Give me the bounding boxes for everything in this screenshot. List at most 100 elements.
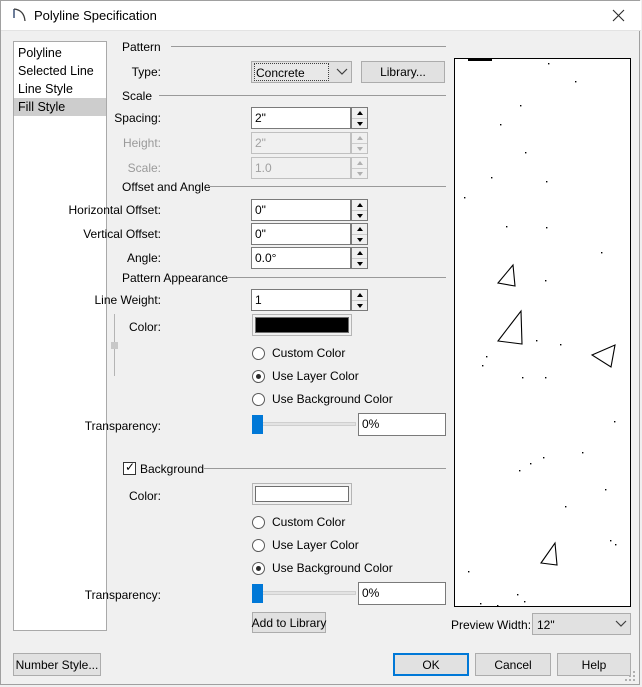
scale-input: 1.0 bbox=[251, 157, 351, 179]
pattern-type-value: Concrete bbox=[256, 66, 305, 80]
pattern-appearance-group-line bbox=[228, 277, 446, 278]
concrete-pattern-preview-image bbox=[464, 63, 617, 606]
background-transparency-thumb[interactable] bbox=[252, 584, 263, 603]
pattern-color-swatch[interactable] bbox=[252, 314, 352, 336]
background-color-label: Color: bbox=[128, 489, 161, 503]
angle-input[interactable]: 0.0° bbox=[251, 247, 351, 269]
horizontal-offset-stepper-up[interactable] bbox=[352, 200, 367, 211]
vertical-offset-label: Vertical Offset: bbox=[83, 227, 161, 241]
arrow-up-icon bbox=[356, 227, 363, 231]
pattern-transparency-thumb[interactable] bbox=[252, 415, 263, 434]
arrow-up-icon bbox=[356, 161, 363, 165]
arrow-down-icon bbox=[356, 304, 363, 308]
line-weight-stepper[interactable] bbox=[351, 289, 368, 311]
help-button[interactable]: Help bbox=[557, 653, 631, 676]
angle-stepper-up[interactable] bbox=[352, 248, 367, 259]
preview-width-combo[interactable]: 12" bbox=[532, 613, 631, 635]
height-stepper-up bbox=[352, 133, 367, 144]
pattern-group-line bbox=[171, 46, 446, 47]
spacing-stepper-down[interactable] bbox=[352, 119, 367, 129]
category-list[interactable]: Polyline Selected Line Line Style Fill S… bbox=[13, 41, 107, 631]
sidebar-item-line-style[interactable]: Line Style bbox=[14, 80, 106, 98]
vertical-offset-stepper-up[interactable] bbox=[352, 224, 367, 235]
pattern-color-swatch-fill bbox=[255, 317, 349, 333]
background-group-label: Background bbox=[140, 462, 210, 476]
arrow-up-icon bbox=[356, 293, 363, 297]
height-label: Height: bbox=[122, 136, 161, 150]
pattern-color-label: Color: bbox=[128, 320, 161, 334]
line-weight-label: Line Weight: bbox=[94, 293, 162, 307]
pattern-preview bbox=[454, 58, 631, 607]
background-transparency-label: Transparency: bbox=[84, 588, 161, 602]
arrow-up-icon bbox=[356, 251, 363, 255]
offset-angle-group-line bbox=[209, 186, 446, 187]
arrow-up-icon bbox=[356, 203, 363, 207]
polyline-specification-dialog: Polyline Specification Polyline Selected… bbox=[0, 0, 641, 685]
scale-group-line bbox=[159, 95, 446, 96]
preview-width-label: Preview Width: bbox=[451, 618, 532, 632]
angle-stepper-down[interactable] bbox=[352, 259, 367, 269]
window-title: Polyline Specification bbox=[34, 8, 157, 23]
arrow-down-icon bbox=[356, 172, 363, 176]
pattern-radio-use-layer-color-label: Use Layer Color bbox=[272, 369, 359, 383]
background-radio-custom-color[interactable] bbox=[252, 516, 265, 529]
scale-group-label: Scale bbox=[122, 89, 158, 103]
background-transparency-input[interactable]: 0% bbox=[358, 582, 446, 605]
pattern-group-label: Pattern bbox=[122, 40, 166, 54]
height-input: 2" bbox=[251, 132, 351, 154]
vertical-offset-stepper-down[interactable] bbox=[352, 235, 367, 245]
library-button[interactable]: Library... bbox=[361, 61, 445, 83]
spacing-input[interactable]: 2" bbox=[251, 107, 351, 129]
sidebar-item-polyline[interactable]: Polyline bbox=[14, 44, 106, 62]
radio-selected-dot bbox=[256, 374, 261, 379]
offset-angle-group-label: Offset and Angle bbox=[122, 180, 216, 194]
pattern-radio-use-background-color-label: Use Background Color bbox=[272, 392, 393, 406]
height-stepper-down bbox=[352, 144, 367, 154]
vertical-offset-stepper[interactable] bbox=[351, 223, 368, 245]
pattern-transparency-slider[interactable] bbox=[252, 415, 356, 434]
horizontal-offset-input[interactable]: 0" bbox=[251, 199, 351, 221]
background-radio-use-background-color[interactable] bbox=[252, 562, 265, 575]
ok-button[interactable]: OK bbox=[393, 653, 469, 676]
background-radio-use-layer-color[interactable] bbox=[252, 539, 265, 552]
number-style-button[interactable]: Number Style... bbox=[13, 653, 101, 676]
spacing-stepper-up[interactable] bbox=[352, 108, 367, 119]
scale-stepper-up bbox=[352, 158, 367, 169]
pattern-transparency-label: Transparency: bbox=[84, 419, 161, 433]
checkmark-icon: ✓ bbox=[125, 460, 136, 474]
background-group-line bbox=[204, 468, 446, 469]
close-icon bbox=[612, 9, 625, 22]
resize-grip[interactable] bbox=[623, 669, 635, 681]
background-radio-custom-color-label: Custom Color bbox=[272, 515, 346, 529]
angle-stepper[interactable] bbox=[351, 247, 368, 269]
scale-stepper bbox=[351, 157, 368, 179]
background-transparency-slider[interactable] bbox=[252, 584, 356, 603]
add-to-library-button[interactable]: Add to Library bbox=[252, 612, 326, 633]
height-stepper bbox=[351, 132, 368, 154]
vertical-offset-input[interactable]: 0" bbox=[251, 223, 351, 245]
line-weight-stepper-down[interactable] bbox=[352, 301, 367, 311]
pattern-radio-use-layer-color[interactable] bbox=[252, 370, 265, 383]
arrow-down-icon bbox=[356, 214, 363, 218]
horizontal-offset-stepper[interactable] bbox=[351, 199, 368, 221]
spacing-stepper[interactable] bbox=[351, 107, 368, 129]
pattern-radio-use-background-color[interactable] bbox=[252, 393, 265, 406]
cancel-button[interactable]: Cancel bbox=[475, 653, 551, 676]
pattern-transparency-track bbox=[252, 422, 356, 426]
line-weight-stepper-up[interactable] bbox=[352, 290, 367, 301]
horizontal-offset-stepper-down[interactable] bbox=[352, 211, 367, 221]
pattern-radio-custom-color-label: Custom Color bbox=[272, 346, 346, 360]
sidebar-item-selected-line[interactable]: Selected Line bbox=[14, 62, 106, 80]
arrow-up-icon bbox=[356, 111, 363, 115]
background-checkbox[interactable]: ✓ bbox=[123, 460, 136, 475]
pattern-transparency-input[interactable]: 0% bbox=[358, 413, 446, 436]
close-button[interactable] bbox=[596, 1, 641, 30]
background-color-swatch[interactable] bbox=[252, 483, 352, 505]
arrow-down-icon bbox=[356, 122, 363, 126]
line-weight-input[interactable]: 1 bbox=[251, 289, 351, 311]
polyline-icon bbox=[11, 7, 29, 25]
pattern-type-combo[interactable]: Concrete bbox=[251, 61, 352, 83]
background-transparency-track bbox=[252, 591, 356, 595]
pattern-radio-custom-color[interactable] bbox=[252, 347, 265, 360]
background-color-swatch-fill bbox=[255, 486, 349, 502]
